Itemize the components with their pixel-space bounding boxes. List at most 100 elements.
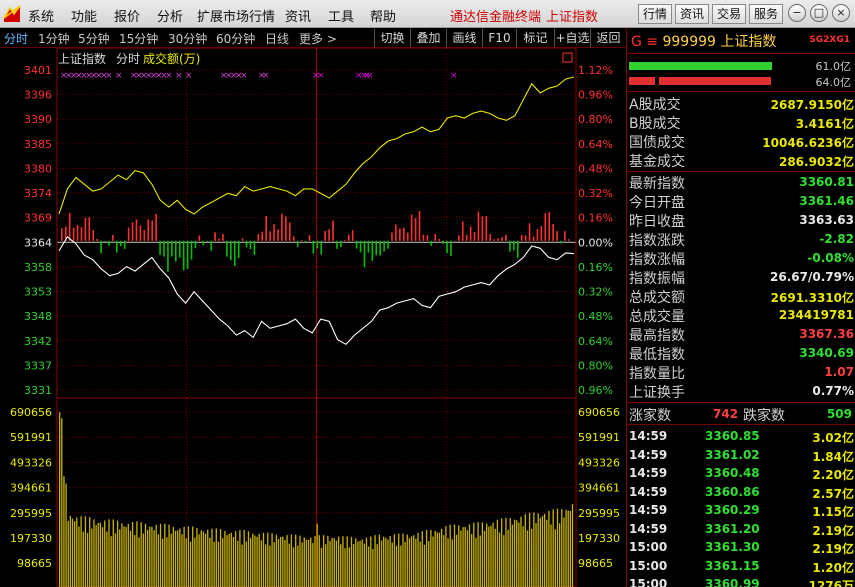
- window-subtitle: 上证指数: [546, 10, 599, 25]
- trade-button[interactable]: 交易: [712, 4, 747, 24]
- tab-daily[interactable]: 日线: [265, 30, 289, 47]
- tab-5min[interactable]: 5分钟: [78, 30, 110, 47]
- menu-analysis[interactable]: 分析: [157, 6, 183, 25]
- menu-function[interactable]: 功能: [71, 6, 97, 25]
- volume-bar: [174, 530, 177, 587]
- down-strength-bar: [513, 240, 515, 251]
- price-tick-label: 3374: [24, 187, 52, 200]
- down-strength-bar: [116, 240, 118, 253]
- draw-line-button[interactable]: 画线: [446, 29, 482, 47]
- back-button[interactable]: 返回: [590, 29, 626, 47]
- up-strength-bar: [139, 225, 142, 241]
- volume-tick-label: 493326: [578, 456, 620, 469]
- sell-bar-right: [659, 77, 771, 85]
- stat-row: 上证换手 0.77%: [627, 382, 855, 401]
- volume-bar: [269, 545, 271, 587]
- volume-bar: [383, 536, 385, 587]
- volume-bar: [80, 516, 82, 587]
- volume-bar: [149, 526, 151, 587]
- menu-help[interactable]: 帮助: [370, 6, 396, 25]
- volume-bar: [543, 513, 546, 587]
- volume-bar: [462, 527, 464, 587]
- menu-news[interactable]: 资讯: [285, 6, 311, 25]
- menu-system[interactable]: 系统: [28, 6, 54, 25]
- down-strength-bar: [509, 240, 511, 252]
- tab-intraday[interactable]: 分时: [4, 30, 28, 47]
- volume-bar: [509, 518, 511, 587]
- tab-60min[interactable]: 60分钟: [216, 30, 255, 47]
- up-strength-bar: [288, 222, 291, 241]
- down-strength-bar: [159, 240, 161, 255]
- add-watchlist-button[interactable]: +自选: [554, 29, 590, 47]
- menu-extended-market[interactable]: 扩展市场行情: [197, 6, 275, 25]
- close-icon[interactable]: ×: [832, 4, 850, 22]
- stat-label: 上证换手: [629, 385, 685, 401]
- volume-bar: [368, 546, 370, 587]
- volume-bar: [217, 541, 220, 587]
- volume-bar: [357, 541, 359, 587]
- turnover-value: 286.9032亿: [778, 155, 854, 169]
- volume-bar: [563, 517, 565, 587]
- volume-bar: [162, 538, 164, 587]
- volume-bar: [443, 535, 445, 587]
- chart-expand-icon[interactable]: [562, 52, 573, 63]
- volume-bar: [404, 541, 406, 587]
- signal-marker: ×: [450, 71, 458, 81]
- volume-bar: [475, 537, 477, 587]
- switch-button[interactable]: 切换: [374, 29, 410, 47]
- mark-button[interactable]: 标记: [516, 29, 554, 47]
- menu-quote[interactable]: 报价: [114, 6, 140, 25]
- stat-value: 2691.3310亿: [770, 291, 854, 305]
- volume-bar: [468, 524, 471, 587]
- up-strength-bar: [151, 220, 154, 241]
- market-button[interactable]: 行情: [638, 4, 673, 24]
- f10-button[interactable]: F10: [482, 29, 516, 47]
- volume-bar: [129, 530, 132, 587]
- volume-bar: [391, 542, 393, 587]
- volume-bar: [288, 543, 290, 587]
- up-strength-bar: [395, 224, 397, 241]
- up-strength-bar: [257, 234, 260, 241]
- down-strength-bar: [367, 240, 370, 253]
- up-strength-bar: [84, 218, 87, 241]
- tab-30min[interactable]: 30分钟: [168, 30, 207, 47]
- minimize-icon[interactable]: −: [788, 4, 806, 22]
- price-tick-label: 3390: [24, 113, 52, 126]
- volume-bar: [486, 523, 488, 587]
- tab-15min[interactable]: 15分钟: [119, 30, 158, 47]
- intraday-chart[interactable]: ×××××××××× × ×××××××× × × ××××× ×× ×× ×××× × 3401…: [0, 47, 626, 587]
- tick-price: 3360.86: [705, 484, 760, 499]
- volume-bar: [348, 547, 350, 587]
- volume-bar: [393, 534, 396, 587]
- down-strength-bar: [383, 240, 385, 252]
- tick-time: 15:00: [629, 558, 668, 573]
- volume-bar: [550, 524, 552, 587]
- volume-bar: [516, 520, 518, 587]
- overlay-button[interactable]: 叠加: [410, 29, 446, 47]
- tab-more[interactable]: 更多 >: [299, 30, 337, 47]
- volume-bar: [522, 526, 524, 587]
- volume-bar: [275, 534, 278, 587]
- volume-bar: [428, 541, 430, 587]
- maximize-icon[interactable]: □: [810, 4, 828, 22]
- tab-1min[interactable]: 1分钟: [38, 30, 70, 47]
- up-strength-bar: [281, 213, 283, 241]
- service-button[interactable]: 服务: [749, 4, 784, 24]
- down-strength-bar: [210, 240, 212, 251]
- volume-bar: [402, 533, 404, 587]
- volume-bar: [505, 517, 507, 587]
- turnover-label: 基金成交: [629, 154, 685, 170]
- volume-bar: [232, 537, 235, 587]
- volume-bar: [237, 540, 239, 587]
- news-button[interactable]: 资讯: [675, 4, 710, 24]
- menu-tools[interactable]: 工具: [328, 6, 354, 25]
- volume-bar: [567, 510, 569, 587]
- volume-bar: [243, 529, 245, 587]
- volume-bar: [273, 542, 275, 587]
- pct-tick-label: 0.80%: [578, 113, 613, 126]
- signal-marker: ×: [240, 71, 248, 81]
- volume-bar: [558, 523, 561, 587]
- down-strength-bar: [249, 240, 252, 250]
- volume-bar: [170, 533, 172, 587]
- volume-bar: [267, 532, 269, 587]
